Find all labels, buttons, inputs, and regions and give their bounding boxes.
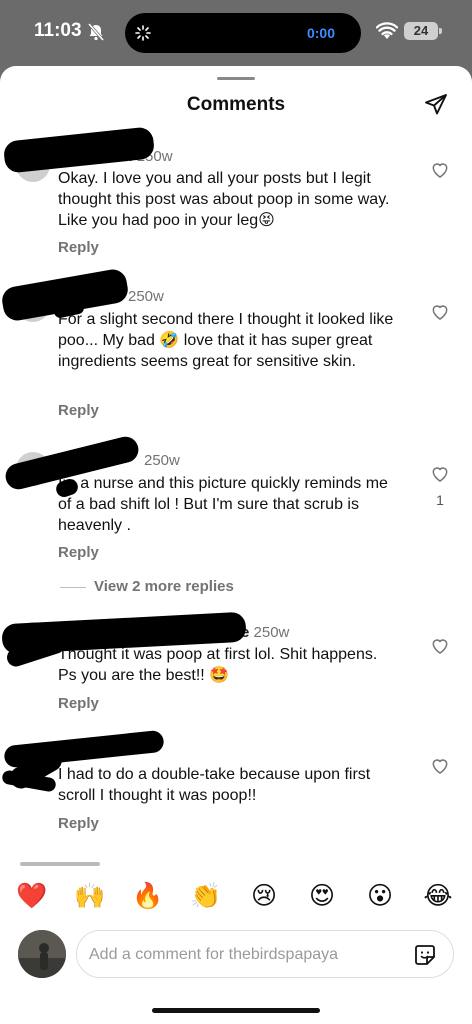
comment-time: 250w (253, 624, 290, 641)
emoji-clapping[interactable]: 👏 (188, 878, 224, 914)
view-more-replies[interactable]: View 2 more replies (60, 578, 234, 595)
sheet-title: Comments (186, 94, 286, 115)
recording-timer: 0:00 (306, 25, 335, 41)
comment-text: I had to do a double-take because upon f… (58, 766, 371, 804)
dynamic-island[interactable]: 0:00 (125, 13, 361, 53)
home-indicator[interactable] (152, 1008, 320, 1013)
comment-text: Okay. I love you and all your posts but … (58, 170, 390, 229)
sheet-grabber[interactable] (217, 77, 255, 80)
view-more-label: View 2 more replies (94, 578, 234, 595)
heart-outline-icon[interactable] (430, 756, 450, 776)
comment-time: 250w (128, 288, 164, 305)
comment-header: 250w (128, 288, 164, 305)
heart-outline-icon[interactable] (430, 160, 450, 180)
comment-header: 250w (144, 452, 180, 469)
comment-composer (76, 930, 454, 978)
battery-indicator: 24 (404, 22, 438, 40)
status-time: 11:03 (34, 20, 82, 41)
heart-outline-icon[interactable] (430, 636, 450, 656)
emoji-heart[interactable]: ❤️ (14, 878, 50, 914)
comment-time: 250w (144, 452, 180, 469)
emoji-raised-hands[interactable]: 🙌 (72, 878, 108, 914)
like-count: 1 (436, 492, 444, 508)
reply-button[interactable]: Reply (58, 402, 99, 419)
sticker-icon[interactable] (413, 943, 437, 967)
emoji-crying[interactable]: 😢 (246, 878, 282, 914)
comment-text: Im a nurse and this picture quickly remi… (58, 475, 388, 534)
current-user-avatar[interactable] (18, 930, 66, 978)
emoji-laughing[interactable]: 😂 (420, 878, 456, 914)
emoji-reaction-bar: ❤️ 🙌 🔥 👏 😢 😍 😮 😂 (0, 878, 472, 918)
comment-text: For a slight second there I thought it l… (58, 311, 394, 370)
reply-button[interactable]: Reply (58, 815, 99, 832)
emoji-heart-eyes[interactable]: 😍 (304, 878, 340, 914)
heart-outline-icon[interactable] (430, 464, 450, 484)
comments-sheet: Comments renn 250w Okay. I love you and … (0, 66, 472, 1024)
paper-plane-icon[interactable] (424, 92, 448, 116)
emoji-fire[interactable]: 🔥 (130, 878, 166, 914)
battery-cap (439, 28, 442, 34)
view-more-line (60, 586, 86, 588)
bell-slash-icon (87, 23, 105, 41)
wifi-icon (376, 22, 398, 39)
heart-outline-icon[interactable] (430, 302, 450, 322)
reply-button[interactable]: Reply (58, 695, 99, 712)
redaction-mark (20, 862, 100, 866)
emoji-surprised[interactable]: 😮 (362, 878, 398, 914)
status-bar: 11:03 0:00 24 (0, 0, 472, 66)
loading-spinner-icon (135, 25, 151, 41)
reply-button[interactable]: Reply (58, 544, 99, 561)
avatar-photo (18, 930, 66, 978)
comment-input[interactable] (89, 943, 399, 967)
comment-text: Thought it was poop at first lol. Shit h… (58, 646, 378, 684)
reply-button[interactable]: Reply (58, 239, 99, 256)
redaction-mark (2, 126, 156, 174)
